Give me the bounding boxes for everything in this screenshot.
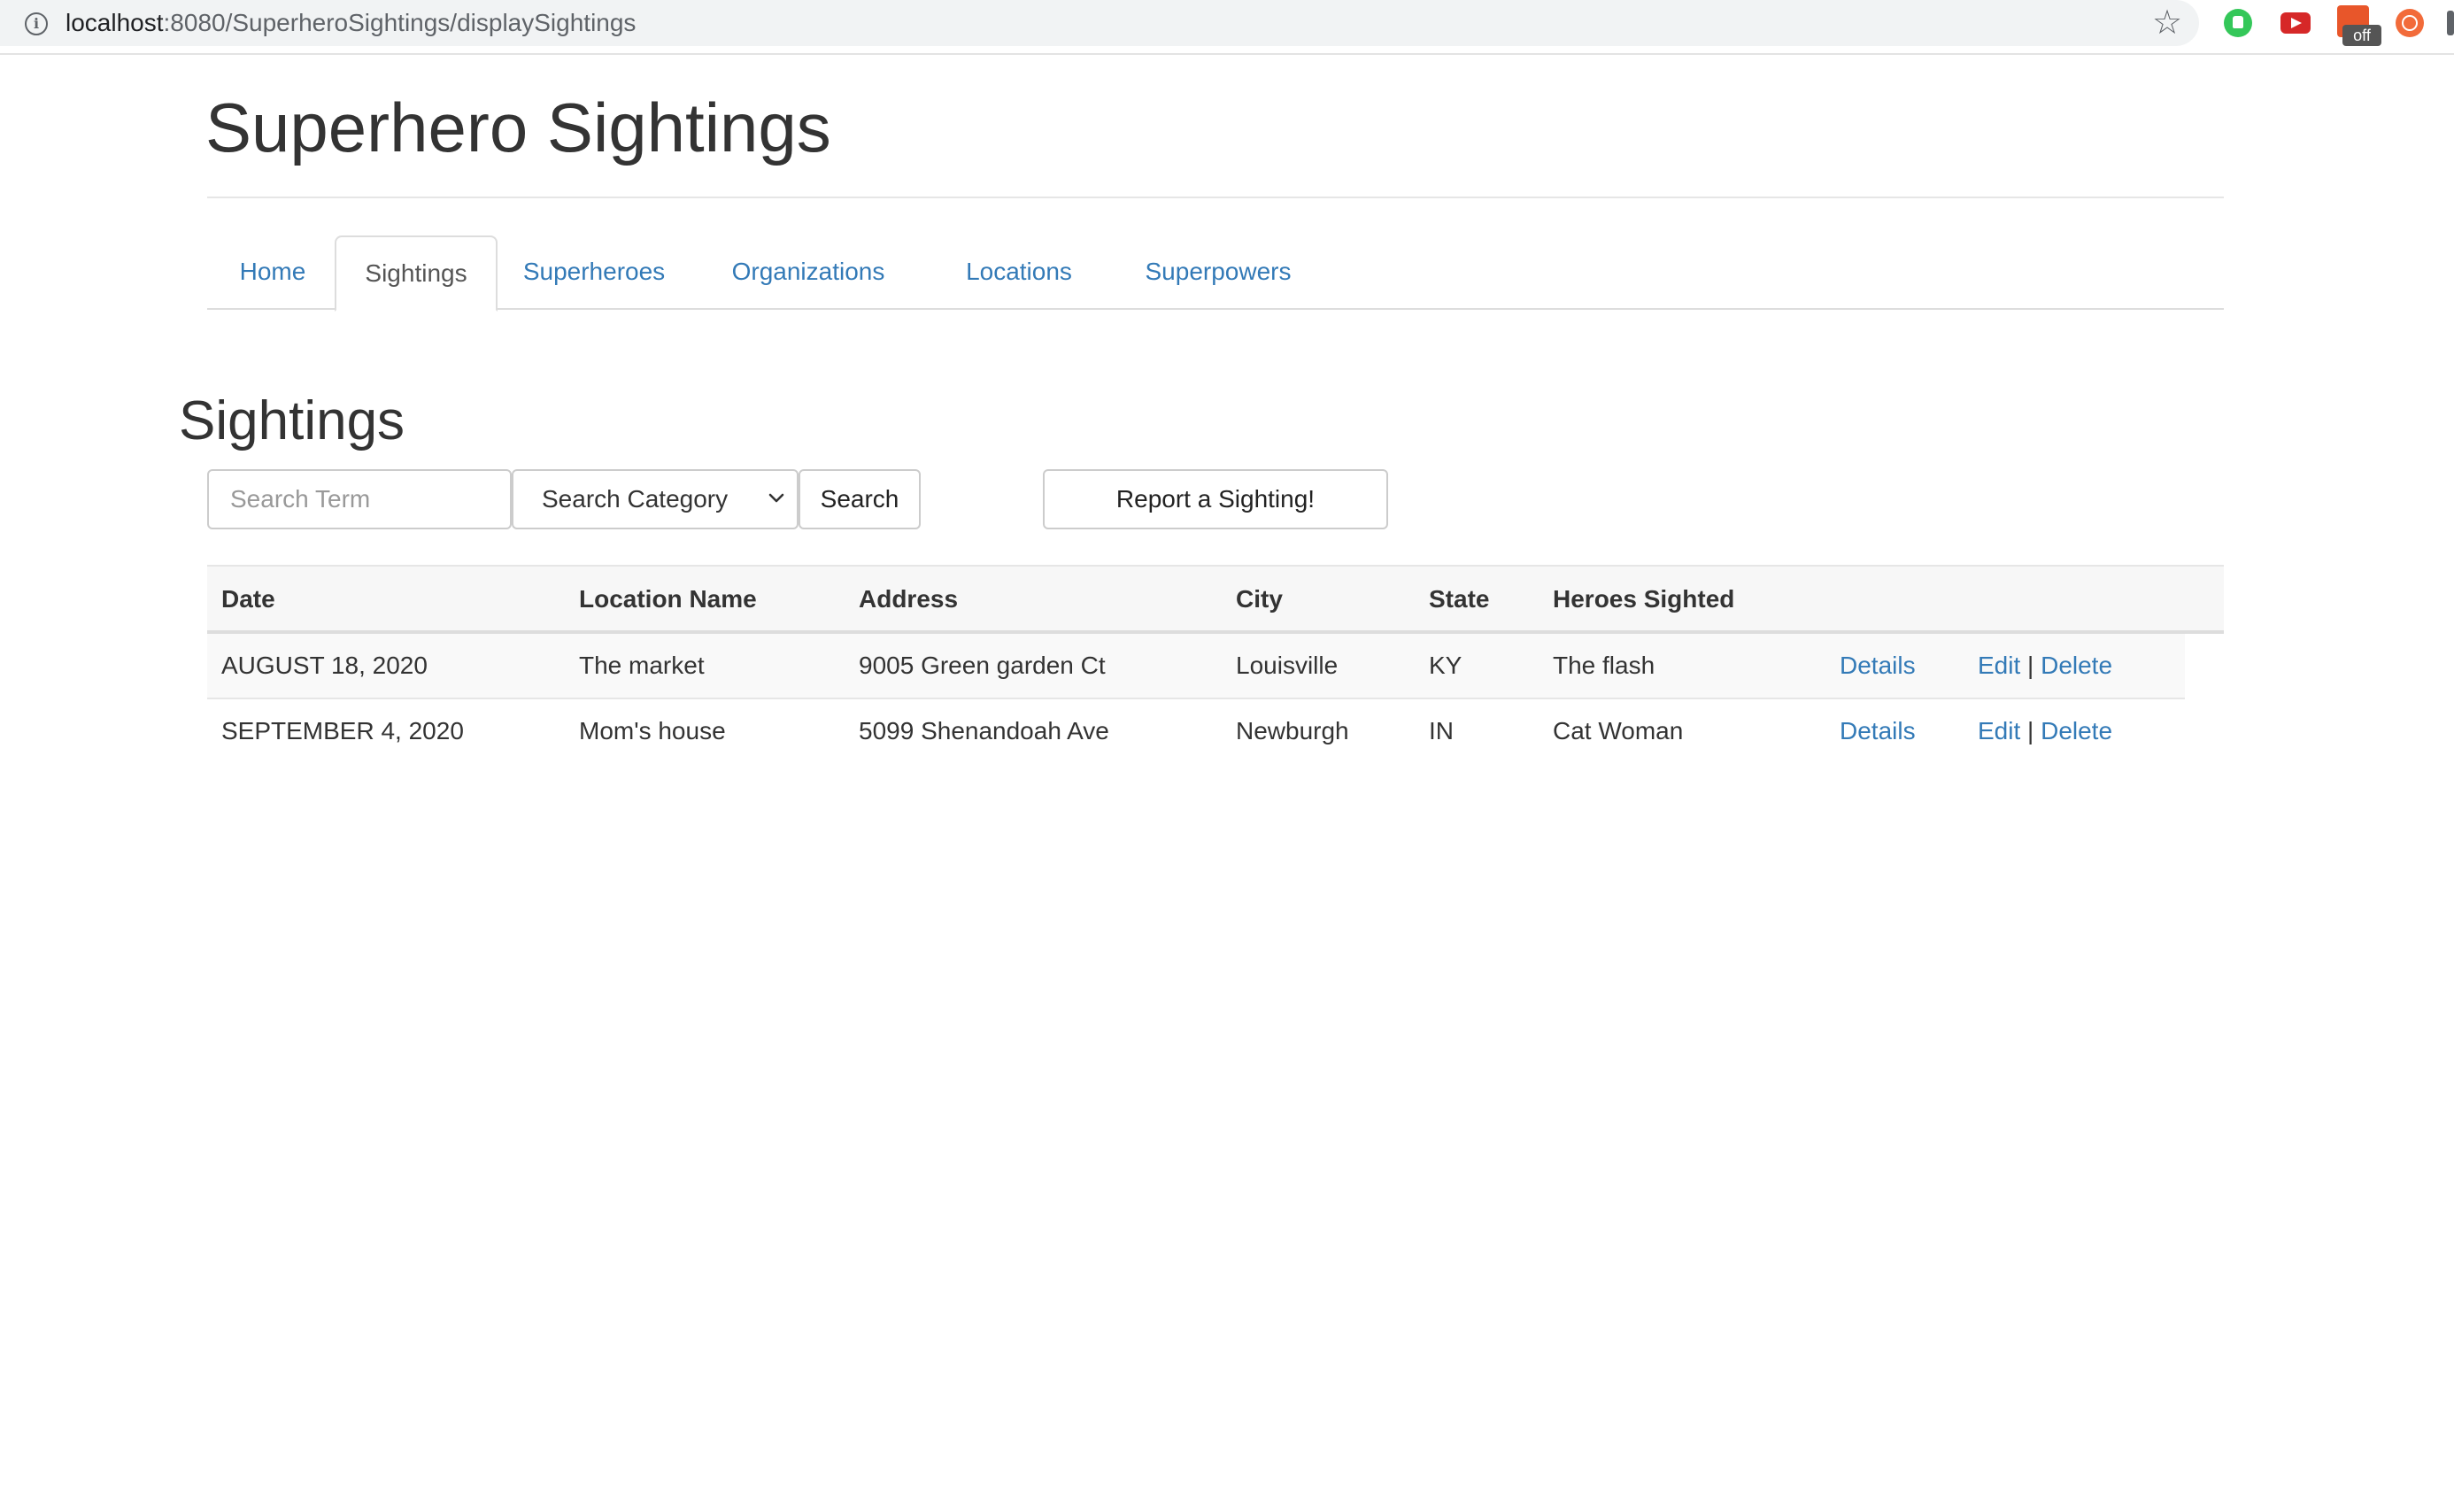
tab-locations[interactable]: Locations	[926, 235, 1112, 310]
tab-superpowers[interactable]: Superpowers	[1112, 235, 1324, 310]
column-header-location-name: Location Name	[579, 585, 757, 613]
delete-link[interactable]: Delete	[2041, 652, 2112, 679]
cell-date: AUGUST 18, 2020	[221, 652, 428, 679]
search-category-select[interactable]: Search Category	[512, 469, 799, 529]
search-category-value: Search Category	[542, 485, 729, 513]
search-input[interactable]	[207, 469, 512, 529]
extension-off-badge: off	[2342, 25, 2381, 46]
column-header-date: Date	[221, 585, 275, 613]
nav-tabs: Home Sightings Superheroes Organizations…	[207, 235, 2224, 312]
browser-toolbar: i localhost:8080/SuperheroSightings/disp…	[0, 0, 2454, 55]
cell-city: Louisville	[1236, 652, 1339, 679]
url-text[interactable]: localhost:8080/SuperheroSightings/displa…	[66, 7, 636, 39]
tab-superheroes[interactable]: Superheroes	[498, 235, 691, 310]
extension-video-icon[interactable]	[2280, 12, 2311, 34]
delete-link[interactable]: Delete	[2041, 717, 2112, 744]
cell-address: 9005 Green garden Ct	[859, 652, 1106, 679]
cell-location-name: Mom's house	[579, 717, 726, 744]
site-info-icon[interactable]: i	[25, 12, 48, 35]
row-actions: Edit | Delete	[1978, 699, 2112, 763]
page-title: Sightings	[179, 390, 405, 451]
tab-sightings[interactable]: Sightings	[335, 235, 498, 312]
address-bar[interactable]: i localhost:8080/SuperheroSightings/disp…	[0, 0, 2199, 46]
cell-heroes-sighted: The flash	[1553, 652, 1655, 679]
details-link[interactable]: Details	[1840, 699, 1916, 763]
edit-link[interactable]: Edit	[1978, 717, 2020, 744]
row-actions: Edit | Delete	[1978, 634, 2112, 698]
action-separator: |	[2027, 717, 2034, 744]
cell-state: IN	[1429, 717, 1454, 744]
table-row: AUGUST 18, 2020 The market 9005 Green ga…	[207, 634, 2185, 699]
table-row: SEPTEMBER 4, 2020 Mom's house 5099 Shena…	[207, 699, 2185, 765]
bookmark-star-icon[interactable]: ☆	[2149, 4, 2185, 42]
tab-home[interactable]: Home	[207, 235, 338, 310]
chevron-down-icon	[768, 493, 784, 503]
column-header-address: Address	[859, 585, 959, 613]
cell-address: 5099 Shenandoah Ave	[859, 717, 1109, 744]
extension-green-icon[interactable]	[2224, 9, 2252, 37]
table-header: Date Location Name Address City State He…	[207, 565, 2224, 634]
details-link[interactable]: Details	[1840, 634, 1916, 698]
cell-location-name: The market	[579, 652, 705, 679]
browser-menu-icon[interactable]	[2447, 11, 2454, 35]
column-header-heroes-sighted: Heroes Sighted	[1553, 585, 1735, 613]
column-header-city: City	[1236, 585, 1283, 613]
report-sighting-button[interactable]: Report a Sighting!	[1043, 469, 1388, 529]
tab-organizations[interactable]: Organizations	[691, 235, 926, 310]
edit-link[interactable]: Edit	[1978, 652, 2020, 679]
action-separator: |	[2027, 652, 2034, 679]
search-button[interactable]: Search	[799, 469, 921, 529]
header-divider	[207, 197, 2224, 198]
url-path: :8080/SuperheroSightings/displaySighting…	[163, 9, 637, 36]
url-host: localhost	[66, 9, 164, 36]
extension-lifebuoy-icon[interactable]	[2396, 9, 2424, 37]
cell-city: Newburgh	[1236, 717, 1349, 744]
cell-state: KY	[1429, 652, 1462, 679]
column-header-state: State	[1429, 585, 1490, 613]
site-title: Superhero Sightings	[205, 89, 831, 166]
cell-date: SEPTEMBER 4, 2020	[221, 717, 464, 744]
cell-heroes-sighted: Cat Woman	[1553, 717, 1684, 744]
